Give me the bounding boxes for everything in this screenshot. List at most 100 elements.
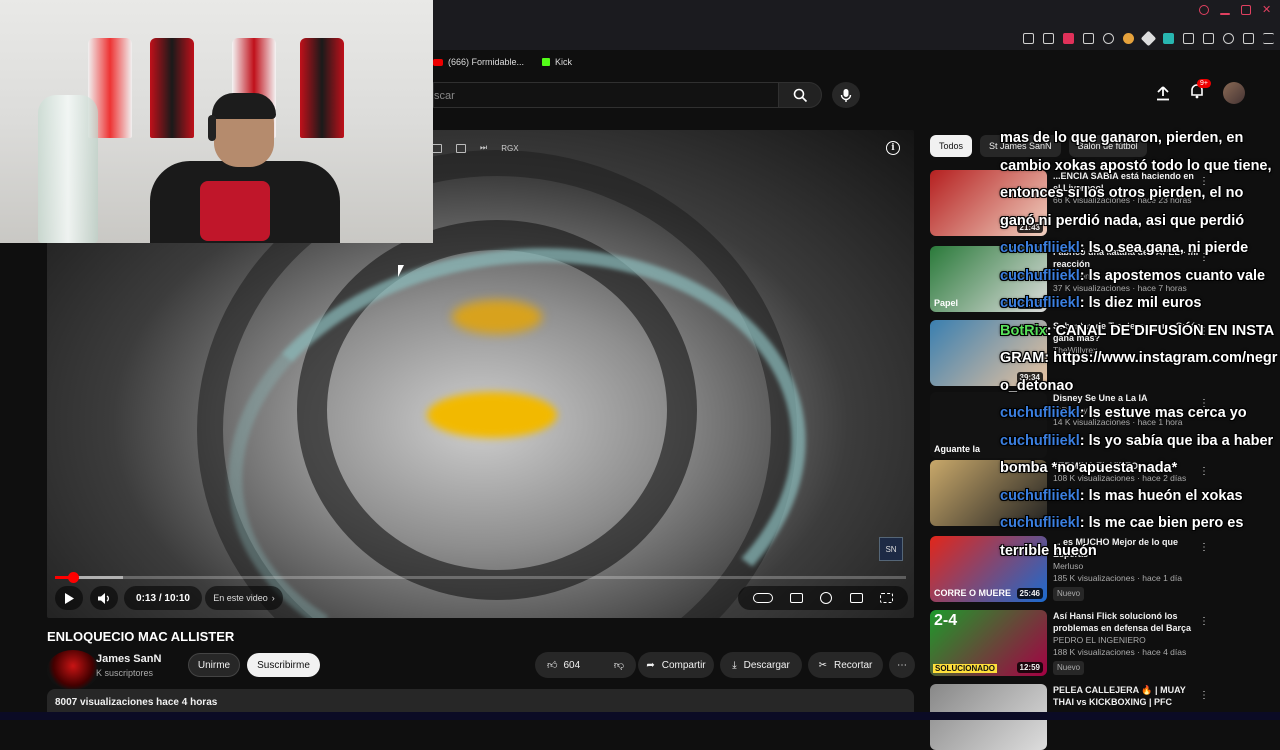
play-button[interactable] xyxy=(55,586,83,610)
channel-name[interactable]: James SanN xyxy=(96,653,161,665)
search-icon xyxy=(793,88,807,102)
join-button[interactable]: Unirme xyxy=(188,653,240,677)
play-icon[interactable] xyxy=(1083,33,1094,44)
shield-icon[interactable] xyxy=(1063,33,1074,44)
chapter-label: En este video xyxy=(213,593,268,603)
stream-chat-overlay: mas de lo que ganaron, pierden, en cambi… xyxy=(1000,125,1280,565)
progress-bar[interactable] xyxy=(55,576,906,579)
youtube-icon xyxy=(433,58,443,66)
next-icon[interactable]: ⏭ xyxy=(480,143,487,153)
minimize-button[interactable] xyxy=(1220,13,1230,15)
channel-avatar[interactable] xyxy=(47,650,99,690)
share-icon[interactable] xyxy=(1203,33,1214,44)
more-actions-button[interactable]: ⋯ xyxy=(889,652,915,678)
notifications-button[interactable]: 9+ xyxy=(1189,78,1211,104)
puzzle-icon[interactable] xyxy=(1183,33,1194,44)
share-arrow-icon: ➦ xyxy=(646,659,655,671)
download-icon[interactable] xyxy=(1243,33,1254,44)
info-icon[interactable]: i xyxy=(886,141,900,155)
scissors-icon: ✂ xyxy=(818,659,828,671)
volume-button[interactable] xyxy=(90,586,118,610)
recommendation-item[interactable]: 2-4 SOLUCIONADO 12:59 Así Hansi Flick soluc… xyxy=(930,610,1203,676)
chat-text: : ls mas hueón el xokas xyxy=(1079,487,1243,504)
jersey-stripe xyxy=(200,181,270,241)
like-button[interactable]: 👍︎ 604 xyxy=(547,659,580,672)
close-button[interactable]: ✕ xyxy=(1262,5,1272,16)
queue-icon[interactable] xyxy=(456,143,466,153)
thumbs-up-icon: 👍︎ xyxy=(547,660,558,671)
download-label: Descargar xyxy=(743,659,790,671)
download-button[interactable]: ⤓ Descargar xyxy=(720,652,802,678)
more-options-icon[interactable]: ⋮ xyxy=(1199,616,1209,627)
settings-gear-icon[interactable] xyxy=(820,592,833,604)
video-frame-gold-highlight xyxy=(427,392,557,438)
more-dots-icon: ⋯ xyxy=(897,659,907,671)
play-icon xyxy=(65,592,74,604)
theater-mode-icon[interactable] xyxy=(849,593,863,603)
chat-username: cuchufliiekl xyxy=(1000,515,1080,531)
bookmark-youtube[interactable]: (666) Formidable... xyxy=(433,57,524,67)
miniplayer-icon[interactable] xyxy=(432,143,442,153)
chat-message: cuchufliiekl: ls yo sabía que iba a habe… xyxy=(1000,428,1280,483)
video-thumbnail[interactable]: 2-4 SOLUCIONADO 12:59 xyxy=(930,610,1047,676)
profile-icon[interactable] xyxy=(1223,33,1234,44)
video-meta: 188 K visualizaciones · hace 4 días xyxy=(1053,647,1187,657)
extension-diamond-icon[interactable] xyxy=(1140,30,1157,47)
extension-color-icon[interactable] xyxy=(1123,33,1134,44)
thumbs-down-icon: 👎︎ xyxy=(613,660,624,671)
os-taskbar xyxy=(0,712,1280,720)
chapter-button[interactable]: En este video › xyxy=(205,586,283,610)
channel-name-small: PEDRO EL INGENIERO xyxy=(1053,635,1146,645)
clip-button[interactable]: ✂ Recortar xyxy=(808,652,883,678)
channel-watermark[interactable]: SN xyxy=(879,537,903,561)
chip-all[interactable]: Todos xyxy=(930,135,973,157)
views-and-date: 8007 visualizaciones hace 4 horas xyxy=(55,697,218,708)
chat-username: BotRix xyxy=(1000,322,1047,339)
search-input[interactable]: scar xyxy=(433,82,778,108)
like-dislike-group: 👍︎ 604 👎︎ xyxy=(535,652,636,678)
chat-text: : ls diez mil euros xyxy=(1079,295,1202,311)
chat-username: cuchufliiekl xyxy=(1000,240,1080,256)
menu-icon[interactable] xyxy=(1263,33,1274,44)
subscriber-count: K suscriptores xyxy=(96,668,154,678)
extension-teal-icon[interactable] xyxy=(1163,33,1174,44)
search-icon[interactable] xyxy=(1199,5,1209,15)
upload-icon[interactable] xyxy=(1155,85,1171,101)
kick-icon xyxy=(542,58,551,66)
video-frame-gold-highlight xyxy=(452,300,542,334)
video-duration: 12:59 xyxy=(1016,662,1043,673)
notification-badge: 9+ xyxy=(1197,78,1211,88)
voice-search-button[interactable] xyxy=(832,82,860,108)
pin-icon[interactable] xyxy=(1023,33,1034,44)
thumbnail-text: Papel xyxy=(934,298,959,308)
video-title-small: PELEA CALLEJERA 🔥 | MUAY THAI vs KICKBOX… xyxy=(1053,685,1186,707)
chat-username: cuchufliiekl xyxy=(1000,405,1080,421)
more-options-icon[interactable]: ⋮ xyxy=(1199,690,1209,701)
screenshot-icon[interactable] xyxy=(1043,33,1054,44)
progress-scrubber[interactable] xyxy=(68,572,79,583)
headset xyxy=(208,115,216,141)
chat-message: cuchufliiekl: ls diez mil euros xyxy=(1000,290,1280,318)
maximize-button[interactable] xyxy=(1241,5,1251,15)
subscribe-button[interactable]: Suscribirme xyxy=(247,653,320,677)
thumbnail-text: CORRE O MUERE xyxy=(934,588,1012,598)
chat-text: mas de lo que ganaron, pierden, en cambi… xyxy=(1000,130,1272,229)
streamer xyxy=(150,93,340,243)
heart-icon[interactable] xyxy=(1103,33,1114,44)
subtitles-icon[interactable] xyxy=(790,593,804,603)
bookmark-kick[interactable]: Kick xyxy=(542,57,572,67)
chevron-right-icon: › xyxy=(271,593,275,603)
chat-text: : ls apostemos cuanto vale xyxy=(1079,267,1266,284)
share-button[interactable]: ➦ Compartir xyxy=(638,652,714,678)
player-top-label: RGX xyxy=(501,143,519,153)
chat-message: cuchufliiekl: ls estuve mas cerca yo xyxy=(1000,400,1280,428)
search-button[interactable] xyxy=(778,82,822,108)
dislike-button[interactable]: 👎︎ xyxy=(614,659,624,671)
chat-message: cuchufliiekl: ls o sea gana, ni pierde xyxy=(1000,235,1280,263)
account-avatar[interactable] xyxy=(1223,82,1245,104)
volume-icon xyxy=(98,592,109,604)
chat-message: cuchufliiekl: ls me cae bien pero es ter… xyxy=(1000,510,1280,565)
microphone-icon xyxy=(840,88,852,102)
fullscreen-icon[interactable] xyxy=(880,593,894,603)
autoplay-toggle[interactable] xyxy=(752,593,773,603)
